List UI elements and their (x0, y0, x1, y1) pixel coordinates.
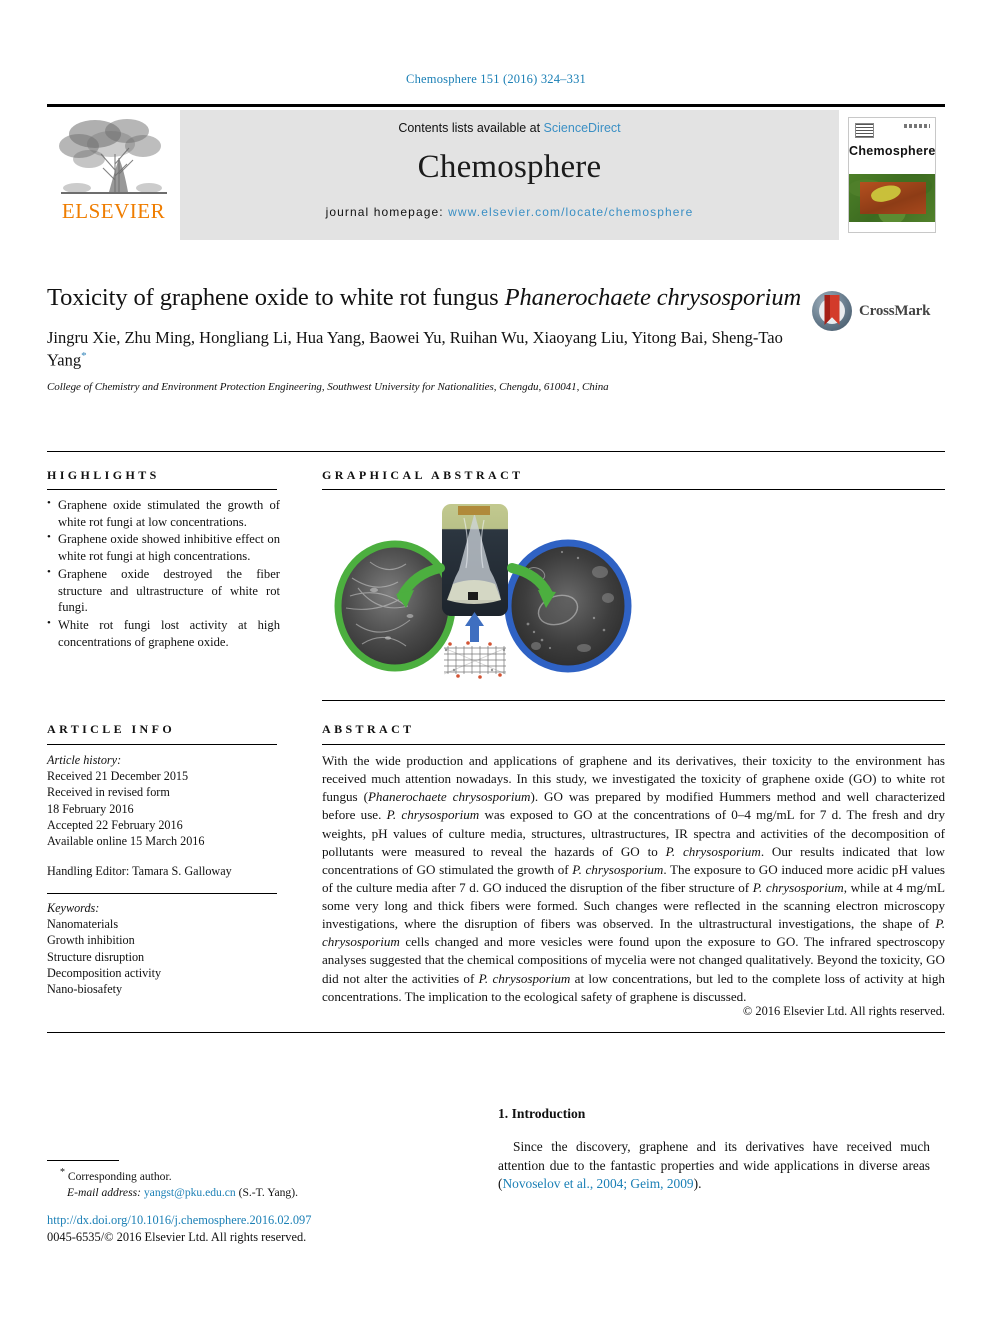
sem-image-control (334, 540, 456, 672)
author-names: Jingru Xie, Zhu Ming, Hongliang Li, Hua … (47, 328, 783, 370)
flask-photo (442, 504, 508, 616)
article-history-block: Article history: Received 21 December 20… (47, 752, 280, 880)
abstract-copyright: © 2016 Elsevier Ltd. All rights reserved… (742, 1004, 945, 1018)
intro-tail: ). (693, 1176, 702, 1191)
abstract-species: P. chrysosporium (386, 807, 480, 823)
abstract-species: Phanerochaete chrysosporium (367, 789, 531, 805)
article-title-species: Phanerochaete chrysosporium (504, 284, 802, 311)
author-list: Jingru Xie, Zhu Ming, Hongliang Li, Hua … (47, 327, 807, 371)
footnote-block: * Corresponding author. E-mail address: … (47, 1166, 447, 1201)
abstract-species: P. chrysosporium (665, 843, 761, 859)
homepage-url-link[interactable]: www.elsevier.com/locate/chemosphere (448, 205, 693, 219)
footnote-divider (47, 1160, 119, 1161)
cover-artwork (849, 174, 935, 222)
crossmark-badge[interactable]: CrossMark (812, 288, 936, 334)
keywords-block: Keywords: Nanomaterials Growth inhibitio… (47, 900, 280, 997)
corresponding-author-text: Corresponding author. (67, 1169, 172, 1183)
article-history-label: Article history: (47, 753, 122, 767)
issn-copyright: 0045-6535/© 2016 Elsevier Ltd. All right… (47, 1230, 307, 1244)
homepage-prefix: journal homepage: (325, 205, 449, 219)
contents-available-line: Contents lists available at ScienceDirec… (398, 121, 620, 135)
article-page: Chemosphere 151 (2016) 324–331 ELSEVIER … (0, 0, 992, 1323)
abstract-species: P. chrysosporium (572, 861, 664, 877)
list-item: Graphene oxide stimulated the growth of … (47, 496, 280, 530)
contents-prefix: Contents lists available at (398, 121, 544, 135)
article-info-divider (47, 744, 277, 745)
crossmark-icon (812, 291, 852, 331)
journal-title: Chemosphere (417, 149, 602, 185)
elsevier-logo: ELSEVIER (47, 110, 180, 240)
keywords-divider (47, 893, 277, 894)
graphene-oxide-lattice (443, 641, 507, 679)
keyword-item: Nano-biosafety (47, 982, 123, 997)
cover-publisher-logo-icon (855, 123, 874, 138)
cover-journal-title: Chemosphere (849, 144, 936, 158)
sciencedirect-link[interactable]: ScienceDirect (544, 121, 621, 135)
title-block: Toxicity of graphene oxide to white rot … (47, 283, 807, 393)
keyword-item: Decomposition activity (47, 965, 162, 980)
running-head: Chemosphere 151 (2016) 324–331 (406, 72, 586, 86)
article-title-main: Toxicity of graphene oxide to white rot … (47, 284, 505, 311)
masthead-center-panel: Contents lists available at ScienceDirec… (180, 110, 839, 240)
journal-cover-thumbnail: Chemosphere (839, 110, 945, 240)
history-line: Received 21 December 2015 (47, 769, 189, 784)
sem-image-go-exposed (504, 539, 632, 673)
abstract-species: P. chrysosporium (478, 970, 571, 986)
cover-issn-text (904, 124, 930, 128)
highlights-divider (47, 489, 277, 490)
elsevier-wordmark: ELSEVIER (61, 199, 166, 223)
article-title: Toxicity of graphene oxide to white rot … (47, 283, 807, 313)
corresponding-author-marker: * (81, 350, 87, 363)
article-info-heading: ARTICLE INFO (47, 722, 176, 736)
keyword-item: Nanomaterials (47, 917, 119, 932)
history-line: 18 February 2016 (47, 801, 134, 816)
graphical-abstract-heading: GRAPHICAL ABSTRACT (322, 468, 524, 482)
divider-below-abstract (47, 1032, 945, 1033)
list-item: White rot fungi lost activity at high co… (47, 616, 280, 650)
section-heading-introduction: 1. Introduction (498, 1106, 586, 1121)
journal-masthead: ELSEVIER Contents lists available at Sci… (47, 104, 945, 240)
highlights-list: Graphene oxide stimulated the growth of … (47, 496, 280, 652)
elsevier-tree-icon (58, 119, 167, 194)
journal-homepage-line: journal homepage: www.elsevier.com/locat… (326, 205, 694, 219)
highlights-heading: HIGHLIGHTS (47, 468, 160, 482)
graphical-abstract-bottom-divider (322, 700, 945, 701)
keywords-label: Keywords: (47, 901, 100, 915)
footnote-marker: * (60, 1167, 65, 1178)
list-item: Graphene oxide showed inhibitive effect … (47, 530, 280, 564)
email-label: E-mail address: (67, 1185, 141, 1199)
keyword-item: Structure disruption (47, 949, 145, 964)
email-line: E-mail address: yangst@pku.edu.cn (S.-T.… (47, 1185, 447, 1201)
list-item: Graphene oxide destroyed the fiber struc… (47, 565, 280, 616)
abstract-species: P. chrysosporium (752, 879, 844, 895)
corresponding-author-note: * Corresponding author. (47, 1166, 447, 1185)
graphical-abstract-divider (322, 489, 945, 490)
citation-link[interactable]: Novoselov et al., 2004; Geim, 2009 (502, 1176, 693, 1191)
divider-above-highlights (47, 451, 945, 452)
history-line: Available online 15 March 2016 (47, 834, 205, 849)
history-line: Accepted 22 February 2016 (47, 817, 183, 832)
abstract-text: With the wide production and application… (322, 752, 945, 1006)
email-suffix: (S.-T. Yang). (235, 1185, 298, 1199)
go-exposure-arrow (465, 612, 484, 642)
email-link[interactable]: yangst@pku.edu.cn (144, 1186, 236, 1199)
abstract-divider (322, 744, 945, 745)
graphical-abstract-image (334, 504, 632, 679)
history-line: Received in revised form (47, 785, 170, 800)
affiliation: College of Chemistry and Environment Pro… (47, 380, 609, 393)
abstract-heading: ABSTRACT (322, 722, 415, 736)
keyword-item: Growth inhibition (47, 933, 135, 948)
doi-link[interactable]: http://dx.doi.org/10.1016/j.chemosphere.… (47, 1213, 311, 1228)
introduction-paragraph: Since the discovery, graphene and its de… (498, 1138, 930, 1194)
handling-editor: Handling Editor: Tamara S. Galloway (47, 864, 232, 879)
crossmark-label: CrossMark (859, 302, 931, 319)
graphical-abstract-figure (322, 498, 945, 691)
